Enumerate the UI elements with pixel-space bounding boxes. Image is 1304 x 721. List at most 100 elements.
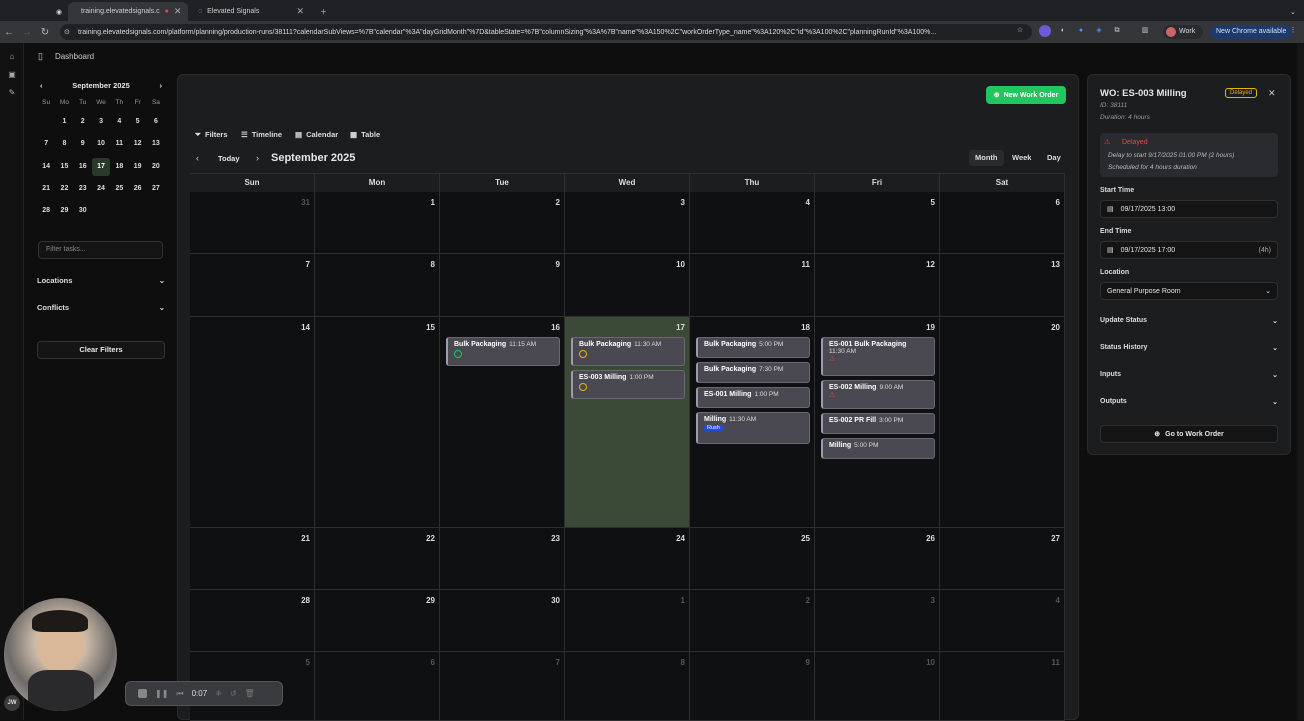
mini-calendar-day[interactable]: 8: [55, 133, 73, 155]
mini-calendar-day[interactable]: 1: [55, 111, 73, 133]
day-cell[interactable]: 10: [565, 254, 690, 317]
work-order-event[interactable]: ES-003 Milling 1:00 PM: [571, 370, 685, 399]
day-cell[interactable]: 25: [690, 528, 815, 590]
breadcrumb[interactable]: Dashboard: [55, 52, 94, 61]
day-view-button[interactable]: Day: [1041, 150, 1067, 166]
day-cell[interactable]: 16 Bulk Packaging 11:15 AM: [440, 317, 565, 528]
day-cell[interactable]: 4: [940, 590, 1065, 652]
next-month-icon[interactable]: ›: [159, 81, 162, 90]
mini-calendar-day[interactable]: 9: [74, 133, 92, 155]
day-cell[interactable]: 3: [815, 590, 940, 652]
day-cell[interactable]: 6: [315, 652, 440, 721]
mini-calendar-day[interactable]: 27: [147, 178, 165, 200]
work-order-event[interactable]: Bulk Packaging 11:30 AM: [571, 337, 685, 366]
scrollbar[interactable]: [1297, 43, 1304, 720]
day-cell[interactable]: 15: [315, 317, 440, 528]
day-cell[interactable]: 22: [315, 528, 440, 590]
mini-calendar-day[interactable]: 24: [92, 178, 110, 200]
mini-calendar-day[interactable]: 17: [91, 157, 111, 176]
tab-timeline[interactable]: ☰ Timeline: [241, 128, 282, 141]
rewind-icon[interactable]: ⏮: [176, 689, 183, 699]
day-cell[interactable]: 4: [690, 192, 815, 254]
day-cell[interactable]: 27: [940, 528, 1065, 590]
work-order-event[interactable]: ES-002 PR Fill 3:00 PM: [821, 413, 935, 434]
close-tab-icon[interactable]: ✕: [296, 6, 304, 17]
day-cell[interactable]: 21: [190, 528, 315, 590]
work-order-event[interactable]: ES-002 Milling 9:00 AM ⚠: [821, 380, 935, 409]
day-cell[interactable]: 28: [190, 590, 315, 652]
conflicts-accordion[interactable]: Conflicts ⌄: [37, 303, 165, 312]
day-cell[interactable]: 6: [940, 192, 1065, 254]
profile-button[interactable]: Work: [1163, 25, 1204, 39]
sidebar-toggle-icon[interactable]: ▯: [38, 51, 43, 62]
outputs-accordion[interactable]: Outputs ⌄: [1100, 398, 1278, 406]
day-cell[interactable]: 8: [315, 254, 440, 317]
work-order-event[interactable]: Bulk Packaging 11:15 AM: [446, 337, 560, 366]
day-cell[interactable]: 26: [815, 528, 940, 590]
reload-icon[interactable]: ↻: [36, 27, 54, 38]
mini-calendar-day[interactable]: 11: [110, 133, 128, 155]
back-icon[interactable]: ←: [0, 27, 18, 38]
url-field[interactable]: ⊙ training.elevatedsignals.com/platform/…: [60, 24, 1032, 40]
mini-calendar-day[interactable]: 10: [92, 133, 110, 155]
prev-icon[interactable]: ‹: [196, 153, 199, 163]
mini-calendar-day[interactable]: 28: [37, 200, 55, 222]
day-cell[interactable]: 24: [565, 528, 690, 590]
tab-table[interactable]: ▦ Table: [350, 128, 380, 141]
star-icon[interactable]: ☆: [1014, 25, 1026, 37]
day-cell[interactable]: 1: [565, 590, 690, 652]
grid-icon[interactable]: ⁜: [215, 689, 222, 698]
extension-icon[interactable]: ◈: [1093, 25, 1105, 37]
clear-filters-button[interactable]: Clear Filters: [37, 341, 165, 359]
work-order-event[interactable]: ES-001 Bulk Packaging 11:30 AM ⚠: [821, 337, 935, 376]
mini-calendar-day[interactable]: 6: [147, 111, 165, 133]
update-status-accordion[interactable]: Update Status ⌄: [1100, 317, 1278, 325]
work-order-event[interactable]: Bulk Packaging 5:00 PM: [696, 337, 810, 358]
filter-tasks-input[interactable]: Filter tasks...: [38, 241, 163, 259]
day-cell[interactable]: 5: [815, 192, 940, 254]
mini-calendar-day[interactable]: 12: [128, 133, 146, 155]
day-cell[interactable]: 14: [190, 317, 315, 528]
day-cell[interactable]: 7: [440, 652, 565, 721]
extension-icon[interactable]: [1039, 25, 1051, 37]
puzzle-icon[interactable]: ⧉: [1111, 25, 1123, 37]
day-cell[interactable]: 8: [565, 652, 690, 721]
next-icon[interactable]: ›: [256, 153, 259, 163]
restart-icon[interactable]: ↺: [230, 689, 237, 698]
leaf-icon[interactable]: ✎: [6, 88, 18, 100]
end-time-field[interactable]: ▤ 09/17/2025 17:00 (4h): [1100, 241, 1278, 259]
mini-calendar-day[interactable]: 30: [74, 200, 92, 222]
day-cell[interactable]: 9: [440, 254, 565, 317]
day-cell[interactable]: 13: [940, 254, 1065, 317]
menu-icon[interactable]: ⋮: [1287, 25, 1299, 37]
pause-icon[interactable]: ❚❚: [155, 689, 168, 698]
site-info-icon[interactable]: ⊙: [64, 28, 70, 36]
calendar-icon[interactable]: ▣: [6, 70, 18, 82]
month-view-button[interactable]: Month: [969, 150, 1004, 166]
user-avatar[interactable]: JW: [4, 695, 20, 711]
trash-icon[interactable]: 🗑: [245, 689, 255, 698]
mini-calendar-day[interactable]: 14: [37, 156, 55, 178]
day-cell[interactable]: 19 ES-001 Bulk Packaging 11:30 AM ⚠ ES-002 M…: [815, 317, 940, 528]
day-cell[interactable]: 2: [440, 192, 565, 254]
go-to-work-order-button[interactable]: ⊕ Go to Work Order: [1100, 425, 1278, 443]
forward-icon[interactable]: →: [18, 27, 36, 38]
day-cell[interactable]: 18 Bulk Packaging 5:00 PM Bulk Packaging 7:3…: [690, 317, 815, 528]
work-order-event[interactable]: Milling 11:30 AM Rush: [696, 412, 810, 444]
stop-icon[interactable]: [138, 689, 147, 698]
day-cell[interactable]: 1: [315, 192, 440, 254]
start-time-field[interactable]: ▤ 09/17/2025 13:00: [1100, 200, 1278, 218]
mini-calendar-day[interactable]: 23: [74, 178, 92, 200]
day-cell[interactable]: 3: [565, 192, 690, 254]
tab-filters[interactable]: ⏷ Filters: [195, 128, 228, 141]
mini-calendar-day[interactable]: 29: [55, 200, 73, 222]
close-tab-icon[interactable]: ✕: [174, 6, 182, 17]
chevron-down-icon[interactable]: ⌄: [1282, 2, 1304, 21]
inputs-accordion[interactable]: Inputs ⌄: [1100, 371, 1278, 379]
mini-calendar-day[interactable]: 26: [128, 178, 146, 200]
work-order-event[interactable]: Bulk Packaging 7:30 PM: [696, 362, 810, 383]
mini-calendar-day[interactable]: 25: [110, 178, 128, 200]
chrome-icon[interactable]: ◉: [48, 2, 66, 21]
mini-calendar-day[interactable]: 19: [128, 156, 146, 178]
today-button[interactable]: Today: [218, 154, 240, 163]
